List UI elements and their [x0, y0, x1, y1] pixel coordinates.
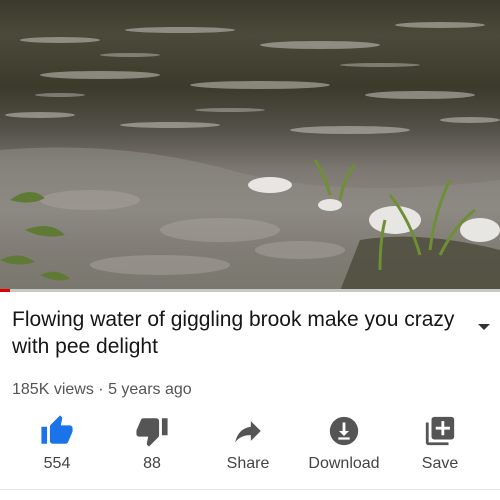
video-details: Flowing water of giggling brook make you… — [12, 306, 472, 360]
thumbs-up-icon — [41, 415, 73, 444]
save-label: Save — [421, 455, 459, 472]
video-title[interactable]: Flowing water of giggling brook make you… — [12, 306, 472, 360]
download-button[interactable]: Download — [299, 414, 389, 473]
save-button[interactable]: Save — [395, 414, 485, 473]
save-playlist-icon — [425, 416, 455, 446]
share-icon — [235, 421, 261, 443]
video-frame — [0, 22, 500, 291]
download-icon — [329, 416, 359, 446]
share-button[interactable]: Share — [203, 414, 293, 473]
video-progress-bar[interactable] — [0, 289, 500, 292]
dislike-count: 88 — [143, 455, 161, 472]
action-bar: 554 88 Share Download Save — [0, 414, 500, 476]
view-count: 185K views — [12, 381, 94, 398]
dislike-button[interactable]: 88 — [107, 414, 197, 473]
expand-description-icon[interactable] — [476, 319, 492, 335]
video-player[interactable] — [0, 0, 500, 291]
upload-age: 5 years ago — [108, 381, 192, 398]
video-stats: 185K views · 5 years ago — [12, 381, 192, 399]
download-label: Download — [308, 455, 380, 472]
stats-separator: · — [98, 381, 104, 398]
video-progress-fill — [0, 289, 10, 292]
thumbs-down-icon — [136, 418, 168, 447]
like-button[interactable]: 554 — [12, 414, 102, 473]
like-count: 554 — [43, 455, 71, 472]
share-label: Share — [226, 455, 270, 472]
section-divider — [0, 489, 500, 490]
